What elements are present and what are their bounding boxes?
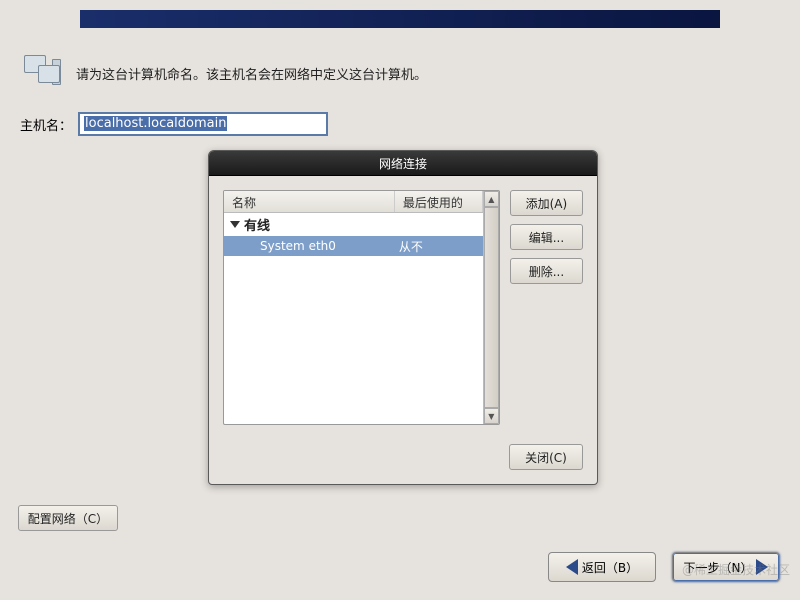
header-banner [80,10,720,28]
scrollbar[interactable]: ▲ ▼ [483,191,499,424]
scroll-thumb[interactable] [484,207,499,408]
network-connections-dialog: 网络连接 名称 最后使用的 有线 System eth0 从不 ▲ [208,150,598,485]
edit-button[interactable]: 编辑... [510,224,583,250]
category-wired[interactable]: 有线 [224,213,483,236]
configure-network-button[interactable]: 配置网络（C） [18,505,118,531]
close-button[interactable]: 关闭(C) [509,444,583,470]
list-header: 名称 最后使用的 [224,191,483,213]
back-label: 返回（B） [582,559,638,576]
hostname-input[interactable]: localhost.localdomain [78,112,328,136]
hostname-label: 主机名： [20,115,72,134]
connection-name: System eth0 [224,239,395,253]
back-button[interactable]: 返回（B） [548,552,656,582]
connections-list[interactable]: 名称 最后使用的 有线 System eth0 从不 ▲ ▼ [223,190,500,425]
next-label: 下一步（N） [684,559,753,576]
connection-last-used: 从不 [395,238,483,255]
delete-button[interactable]: 删除... [510,258,583,284]
col-last-used[interactable]: 最后使用的 [395,191,483,212]
category-label: 有线 [244,215,270,234]
expand-triangle-icon [230,221,240,228]
description-text: 请为这台计算机命名。该主机名会在网络中定义这台计算机。 [76,64,427,83]
dialog-title: 网络连接 [209,151,597,176]
next-button[interactable]: 下一步（N） [672,552,780,582]
arrow-right-icon [756,559,768,575]
scroll-up-icon[interactable]: ▲ [484,191,499,207]
computer-icon [24,55,64,91]
hostname-value: localhost.localdomain [84,116,227,131]
scroll-down-icon[interactable]: ▼ [484,408,499,424]
add-button[interactable]: 添加(A) [510,190,583,216]
col-name[interactable]: 名称 [224,191,395,212]
arrow-left-icon [566,559,578,575]
connection-row[interactable]: System eth0 从不 [224,236,483,256]
